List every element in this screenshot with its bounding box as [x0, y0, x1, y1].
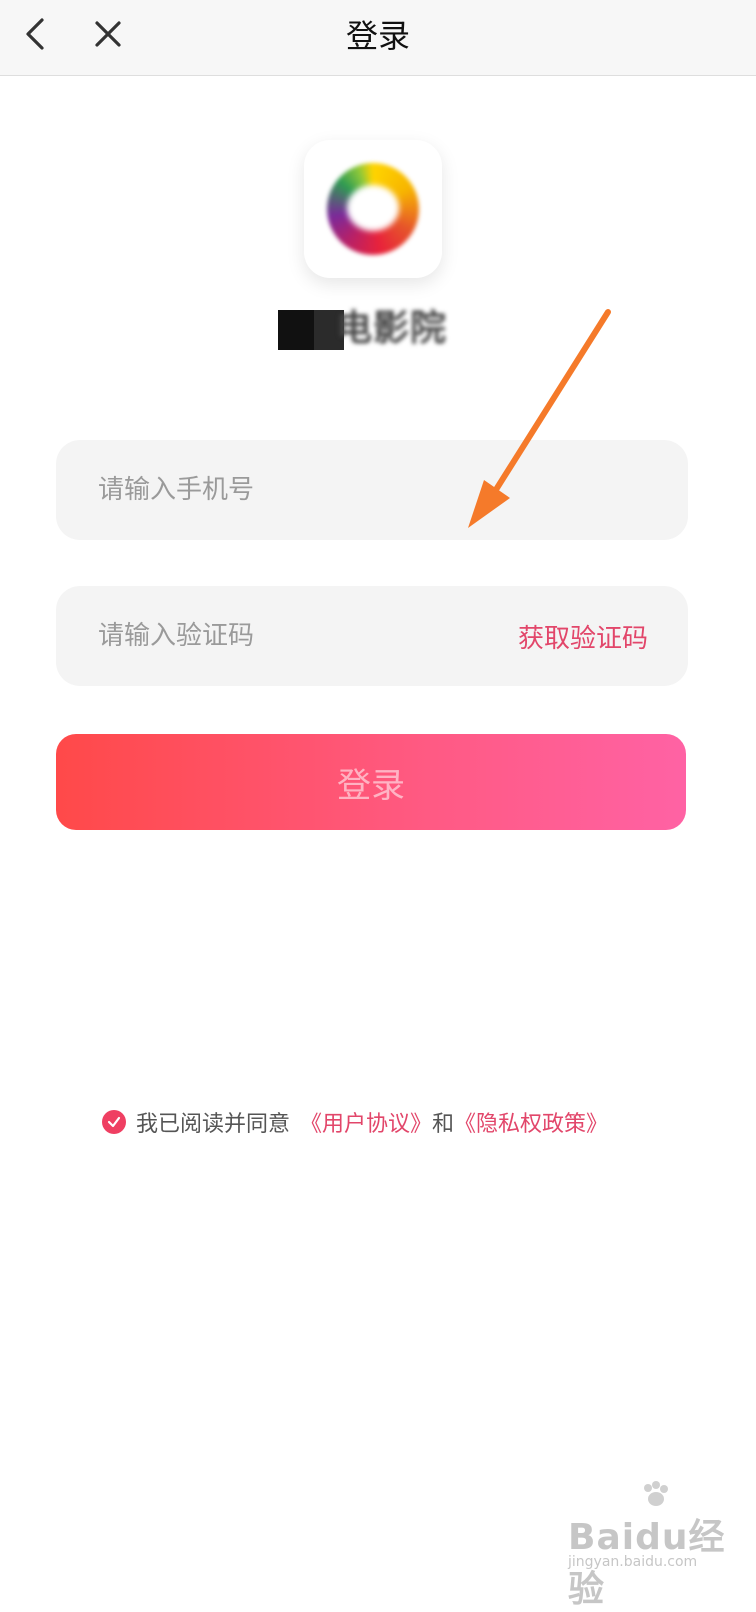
app-logo: [304, 140, 442, 278]
code-input[interactable]: [96, 620, 480, 652]
get-code-button[interactable]: 获取验证码: [518, 586, 648, 686]
brand-name: 电影院: [276, 306, 476, 352]
check-icon: [107, 1116, 121, 1128]
agreement-and: 和: [432, 1112, 455, 1137]
brand-name-text: 电影院: [336, 308, 448, 349]
back-button[interactable]: [14, 14, 54, 54]
login-button[interactable]: 登录: [56, 734, 686, 830]
paw-icon: [644, 1481, 668, 1506]
watermark: Baidu经验 jingyan.baidu.com: [568, 1480, 748, 1610]
chevron-left-icon: [26, 18, 44, 50]
agreement-row: 我已阅读并同意 《用户协议》 和 《隐私权政策》: [102, 1102, 608, 1142]
agree-checkbox[interactable]: [102, 1110, 126, 1134]
agreement-prefix: 我已阅读并同意: [136, 1112, 291, 1137]
phone-field[interactable]: [56, 440, 688, 540]
top-bar: 登录: [0, 0, 756, 76]
close-icon: [95, 21, 121, 47]
privacy-policy-link[interactable]: 《隐私权政策》: [454, 1106, 608, 1138]
watermark-sub: jingyan.baidu.com: [568, 1554, 698, 1570]
phone-input[interactable]: [96, 474, 648, 506]
logo-ring-icon: [327, 163, 419, 255]
close-button[interactable]: [86, 12, 130, 56]
user-agreement-link[interactable]: 《用户协议》: [300, 1106, 432, 1138]
code-field[interactable]: 获取验证码: [56, 586, 688, 686]
